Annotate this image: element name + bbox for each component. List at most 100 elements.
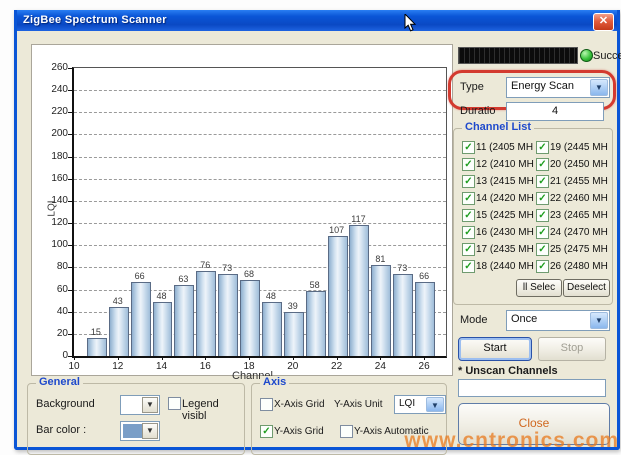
x-tick-mark bbox=[74, 356, 75, 360]
x-tick-mark bbox=[162, 356, 163, 360]
channel-label[interactable]: 23 (2465 MH bbox=[550, 210, 608, 221]
bar-value-label: 48 bbox=[258, 291, 284, 301]
channel-label[interactable]: 17 (2435 MH bbox=[476, 244, 534, 255]
y-tick-label: 80 bbox=[38, 261, 68, 272]
x-tick-label: 14 bbox=[150, 361, 174, 372]
channel-label[interactable]: 11 (2405 MH bbox=[476, 142, 533, 153]
channel-checkbox[interactable]: ✓ bbox=[536, 192, 549, 205]
gridline bbox=[74, 90, 446, 91]
chevron-down-icon[interactable]: ▼ bbox=[590, 312, 608, 329]
channel-checkbox[interactable]: ✓ bbox=[536, 226, 549, 239]
select-all-button[interactable]: ll Selec bbox=[516, 279, 562, 297]
channel-checkbox[interactable]: ✓ bbox=[462, 141, 475, 154]
close-window-button[interactable]: ✕ bbox=[593, 13, 614, 31]
channel-checkbox[interactable]: ✓ bbox=[462, 243, 475, 256]
channel-checkbox[interactable]: ✓ bbox=[462, 226, 475, 239]
mode-combobox[interactable]: Once ▼ bbox=[506, 310, 610, 331]
duration-field[interactable]: 4 bbox=[506, 102, 604, 121]
channel-label[interactable]: 20 (2450 MH bbox=[550, 159, 608, 170]
y-axis-unit-combobox[interactable]: LQI ▼ bbox=[394, 395, 446, 414]
gridline bbox=[74, 223, 446, 224]
status-text: Success bbox=[593, 50, 621, 62]
chevron-down-icon[interactable]: ▼ bbox=[590, 79, 608, 96]
chevron-down-icon[interactable]: ▼ bbox=[142, 397, 158, 413]
channel-checkbox[interactable]: ✓ bbox=[462, 175, 475, 188]
type-combobox[interactable]: Energy Scan ▼ bbox=[506, 77, 610, 98]
channel-checkbox[interactable]: ✓ bbox=[462, 209, 475, 222]
stop-button[interactable]: Stop bbox=[538, 337, 606, 361]
legend-visible-checkbox[interactable]: ✓ bbox=[168, 397, 181, 410]
background-label: Background bbox=[36, 398, 95, 410]
channel-checkbox[interactable]: ✓ bbox=[536, 209, 549, 222]
channel-label[interactable]: 22 (2460 MH bbox=[550, 193, 608, 204]
channel-checkbox[interactable]: ✓ bbox=[462, 260, 475, 273]
bar-value-label: 117 bbox=[345, 214, 371, 224]
start-button[interactable]: Start bbox=[458, 337, 532, 361]
channel-label[interactable]: 14 (2420 MH bbox=[476, 193, 534, 204]
title-bar[interactable]: ZigBee Spectrum Scanner bbox=[17, 10, 617, 31]
x-tick-mark bbox=[205, 356, 206, 360]
bar-value-label: 68 bbox=[236, 269, 262, 279]
bar-channel-21 bbox=[306, 291, 326, 356]
channel-label[interactable]: 15 (2425 MH bbox=[476, 210, 534, 221]
bar-color-combobox[interactable]: ▼ bbox=[120, 421, 160, 441]
duration-label: Duratio bbox=[460, 105, 495, 117]
general-group: General Background ▼ ✓ Legend visibl Bar… bbox=[27, 383, 245, 455]
y-tick-label: 20 bbox=[38, 328, 68, 339]
channel-list-group: Channel List ✓11 (2405 MH✓12 (2410 MH✓13… bbox=[453, 128, 613, 305]
y-tick-label: 40 bbox=[38, 306, 68, 317]
x-axis-grid-checkbox[interactable]: ✓ bbox=[260, 398, 273, 411]
bar-channel-26 bbox=[415, 282, 435, 356]
channel-checkbox[interactable]: ✓ bbox=[536, 141, 549, 154]
app-window: ZigBee Spectrum Scanner ✕ LQI 0204060801… bbox=[14, 10, 620, 450]
deselect-button[interactable]: Deselect bbox=[563, 279, 610, 297]
channel-label[interactable]: 18 (2440 MH bbox=[476, 261, 534, 272]
bar-channel-12 bbox=[109, 307, 129, 356]
channel-checkbox[interactable]: ✓ bbox=[536, 175, 549, 188]
channel-checkbox[interactable]: ✓ bbox=[462, 158, 475, 171]
y-axis-unit-value: LQI bbox=[399, 398, 415, 409]
y-tick-mark bbox=[68, 290, 73, 291]
x-axis-grid-label[interactable]: X-Axis Grid bbox=[274, 399, 325, 410]
channel-list-title: Channel List bbox=[462, 121, 534, 133]
channel-label[interactable]: 16 (2430 MH bbox=[476, 227, 534, 238]
y-tick-mark bbox=[68, 245, 73, 246]
y-axis-grid-label[interactable]: Y-Axis Grid bbox=[274, 426, 324, 437]
x-tick-mark bbox=[380, 356, 381, 360]
chevron-down-icon[interactable]: ▼ bbox=[142, 423, 158, 439]
bar-value-label: 63 bbox=[170, 274, 196, 284]
y-tick-label: 0 bbox=[38, 350, 68, 361]
bar-channel-15 bbox=[174, 285, 194, 356]
channel-checkbox[interactable]: ✓ bbox=[536, 158, 549, 171]
y-tick-label: 180 bbox=[38, 151, 68, 162]
y-tick-mark bbox=[68, 201, 73, 202]
y-axis-grid-checkbox[interactable]: ✓ bbox=[260, 425, 273, 438]
channel-checkbox[interactable]: ✓ bbox=[536, 243, 549, 256]
background-color-combobox[interactable]: ▼ bbox=[120, 395, 160, 415]
y-tick-label: 220 bbox=[38, 106, 68, 117]
channel-label[interactable]: 21 (2455 MH bbox=[550, 176, 608, 187]
channel-label[interactable]: 26 (2480 MH bbox=[550, 261, 608, 272]
x-tick-label: 12 bbox=[106, 361, 130, 372]
x-tick-label: 10 bbox=[62, 361, 86, 372]
mode-label: Mode bbox=[460, 314, 488, 326]
y-tick-mark bbox=[68, 68, 73, 69]
chevron-down-icon[interactable]: ▼ bbox=[426, 397, 444, 412]
channel-label[interactable]: 13 (2415 MH bbox=[476, 176, 534, 187]
y-axis-automatic-checkbox[interactable]: ✓ bbox=[340, 425, 353, 438]
y-tick-mark bbox=[68, 179, 73, 180]
bar-value-label: 107 bbox=[324, 225, 350, 235]
channel-label[interactable]: 25 (2475 MH bbox=[550, 244, 608, 255]
channel-label[interactable]: 19 (2445 MH bbox=[550, 142, 608, 153]
chart-panel: LQI 020406080100120140160180200220240260… bbox=[31, 44, 453, 376]
channel-label[interactable]: 12 (2410 MH bbox=[476, 159, 534, 170]
bar-channel-17 bbox=[218, 274, 238, 356]
legend-visible-label[interactable]: Legend visibl bbox=[182, 398, 244, 422]
y-axis-unit-label: Y-Axis Unit bbox=[334, 399, 383, 410]
channel-checkbox[interactable]: ✓ bbox=[462, 192, 475, 205]
y-tick-mark bbox=[68, 157, 73, 158]
channel-label[interactable]: 24 (2470 MH bbox=[550, 227, 608, 238]
unscan-channels-field[interactable] bbox=[458, 379, 606, 397]
channel-checkbox[interactable]: ✓ bbox=[536, 260, 549, 273]
bar-value-label: 58 bbox=[302, 280, 328, 290]
